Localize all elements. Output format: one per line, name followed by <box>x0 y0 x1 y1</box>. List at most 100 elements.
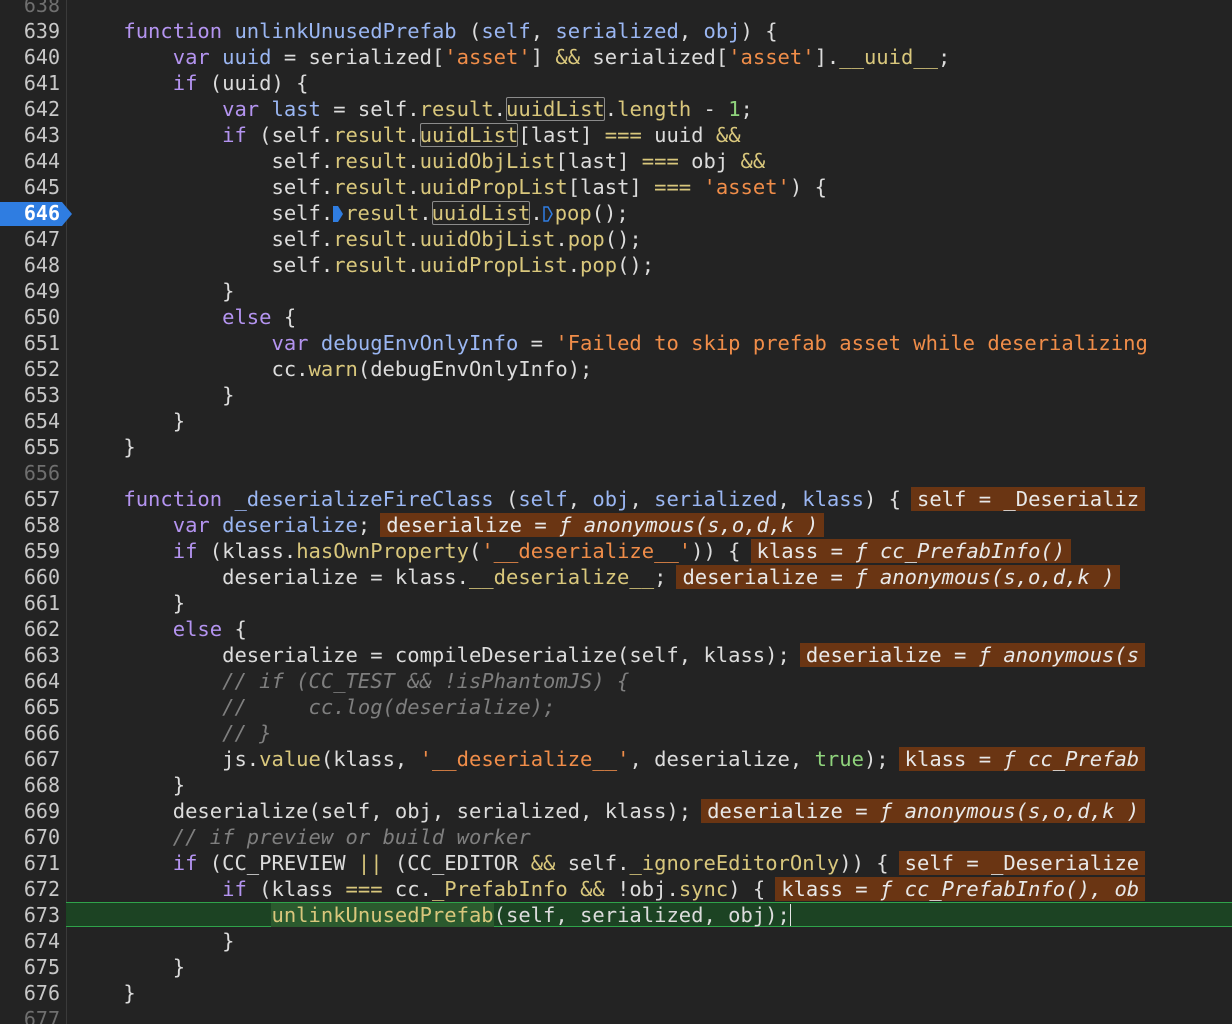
code-line[interactable]: 654 } <box>0 408 1232 434</box>
code-line[interactable]: 661 } <box>0 590 1232 616</box>
code-line[interactable]: 642 var last = self.result.uuidList.leng… <box>0 96 1232 122</box>
line-number[interactable]: 659 <box>0 538 60 564</box>
line-number[interactable]: 646 <box>0 200 60 226</box>
code-line[interactable]: 649 } <box>0 278 1232 304</box>
code-line[interactable]: 675 } <box>0 954 1232 980</box>
line-number[interactable]: 643 <box>0 122 60 148</box>
line-number[interactable]: 656 <box>0 460 60 486</box>
code-line[interactable]: 659 if (klass.hasOwnProperty('__deserial… <box>0 538 1232 564</box>
step-into-marker-icon[interactable] <box>542 202 553 222</box>
inline-variable-value[interactable]: deserialize = ƒ anonymous(s,o,d,k ) <box>380 513 825 537</box>
line-number[interactable]: 645 <box>0 174 60 200</box>
line-number[interactable]: 672 <box>0 876 60 902</box>
line-number[interactable]: 648 <box>0 252 60 278</box>
line-number[interactable]: 664 <box>0 668 60 694</box>
line-number[interactable]: 652 <box>0 356 60 382</box>
code-editor[interactable]: 638 639 function unlinkUnusedPrefab (self… <box>0 0 1232 1024</box>
inline-variable-value[interactable]: self = _Deserializ <box>910 487 1146 511</box>
inline-variable-value[interactable]: deserialize = ƒ anonymous(s,o,d,k ) <box>676 565 1121 589</box>
code-line[interactable]: 640 var uuid = serialized['asset'] && se… <box>0 44 1232 70</box>
line-number[interactable]: 669 <box>0 798 60 824</box>
line-number[interactable]: 654 <box>0 408 60 434</box>
code-line[interactable]: 644 self.result.uuidObjList[last] === ob… <box>0 148 1232 174</box>
code-line[interactable]: 666 // } <box>0 720 1232 746</box>
code-token: var <box>222 97 272 121</box>
code-line[interactable]: 662 else { <box>0 616 1232 642</box>
line-number[interactable]: 662 <box>0 616 60 642</box>
step-into-marker-icon[interactable] <box>333 202 344 222</box>
line-number[interactable]: 677 <box>0 1006 60 1024</box>
code-line[interactable]: 674 } <box>0 928 1232 954</box>
line-number[interactable]: 665 <box>0 694 60 720</box>
code-line[interactable]: 638 <box>0 0 1232 18</box>
code-line[interactable]: 647 self.result.uuidObjList.pop(); <box>0 226 1232 252</box>
line-number[interactable]: 653 <box>0 382 60 408</box>
line-number[interactable]: 663 <box>0 642 60 668</box>
code-token: && <box>715 123 741 147</box>
line-number[interactable]: 676 <box>0 980 60 1006</box>
code-line[interactable]: 673 unlinkUnusedPrefab(self, serialized,… <box>0 902 1232 928</box>
code-line[interactable]: 641 if (uuid) { <box>0 70 1232 96</box>
code-line[interactable]: 668 } <box>0 772 1232 798</box>
line-number[interactable]: 670 <box>0 824 60 850</box>
line-number[interactable]: 638 <box>0 0 60 18</box>
code-line[interactable]: 667 js.value(klass, '__deserialize__', d… <box>0 746 1232 772</box>
code-line[interactable]: 646 self. result.uuidList. pop(); <box>0 200 1232 226</box>
code-token: 'asset' <box>728 45 815 69</box>
line-number[interactable]: 649 <box>0 278 60 304</box>
line-number[interactable]: 658 <box>0 512 60 538</box>
line-number[interactable]: 650 <box>0 304 60 330</box>
code-line[interactable]: 648 self.result.uuidPropList.pop(); <box>0 252 1232 278</box>
inline-variable-value[interactable]: klass = ƒ cc_PrefabInfo(), ob <box>775 877 1146 901</box>
code-line[interactable]: 664 // if (CC_TEST && !isPhantomJS) { <box>0 668 1232 694</box>
code-line[interactable]: 677 <box>0 1006 1232 1024</box>
code-token: if <box>172 71 198 95</box>
inline-variable-value[interactable]: klass = ƒ cc_Prefab <box>898 747 1146 771</box>
code-line[interactable]: 672 if (klass === cc._PrefabInfo && !obj… <box>0 876 1232 902</box>
code-line[interactable]: 650 else { <box>0 304 1232 330</box>
line-number[interactable]: 640 <box>0 44 60 70</box>
line-number[interactable]: 642 <box>0 96 60 122</box>
code-token: !obj. <box>604 877 679 901</box>
code-line[interactable]: 657 function _deserializeFireClass (self… <box>0 486 1232 512</box>
code-line[interactable]: 655 } <box>0 434 1232 460</box>
code-line[interactable]: 653 } <box>0 382 1232 408</box>
code-line[interactable]: 651 var debugEnvOnlyInfo = 'Failed to sk… <box>0 330 1232 356</box>
code-line[interactable]: 676 } <box>0 980 1232 1006</box>
code-line[interactable]: 671 if (CC_PREVIEW || (CC_EDITOR && self… <box>0 850 1232 876</box>
line-number[interactable]: 674 <box>0 928 60 954</box>
line-number[interactable]: 651 <box>0 330 60 356</box>
code-line[interactable]: 669 deserialize(self, obj, serialized, k… <box>0 798 1232 824</box>
line-number[interactable]: 647 <box>0 226 60 252</box>
code-text: } <box>74 980 135 1006</box>
code-line[interactable]: 658 var deserialize; deserialize = ƒ anon… <box>0 512 1232 538</box>
code-line[interactable]: 656 <box>0 460 1232 486</box>
line-number[interactable]: 671 <box>0 850 60 876</box>
code-line[interactable]: 660 deserialize = klass.__deserialize__;… <box>0 564 1232 590</box>
inline-variable-value[interactable]: deserialize = ƒ anonymous(s,o,d,k ) <box>701 799 1146 823</box>
line-number[interactable]: 668 <box>0 772 60 798</box>
line-number[interactable]: 657 <box>0 486 60 512</box>
code-line[interactable]: 645 self.result.uuidPropList[last] === '… <box>0 174 1232 200</box>
code-line[interactable]: 663 deserialize = compileDeserialize(sel… <box>0 642 1232 668</box>
code-line[interactable]: 639 function unlinkUnusedPrefab (self, s… <box>0 18 1232 44</box>
line-number[interactable]: 639 <box>0 18 60 44</box>
inline-variable-value[interactable]: klass = ƒ cc_PrefabInfo() <box>750 539 1072 563</box>
line-number[interactable]: 655 <box>0 434 60 460</box>
code-line[interactable]: 643 if (self.result.uuidList[last] === u… <box>0 122 1232 148</box>
line-number[interactable]: 667 <box>0 746 60 772</box>
code-line[interactable]: 665 // cc.log(deserialize); <box>0 694 1232 720</box>
line-number[interactable]: 641 <box>0 70 60 96</box>
inline-variable-value[interactable]: deserialize = ƒ anonymous(s <box>799 643 1146 667</box>
line-number[interactable]: 666 <box>0 720 60 746</box>
inline-variable-value[interactable]: self = _Deserialize <box>898 851 1146 875</box>
code-line[interactable]: 670 // if preview or build worker <box>0 824 1232 850</box>
line-number[interactable]: 675 <box>0 954 60 980</box>
code-line[interactable]: 652 cc.warn(debugEnvOnlyInfo); <box>0 356 1232 382</box>
line-number[interactable]: 660 <box>0 564 60 590</box>
line-number[interactable]: 673 <box>0 902 60 928</box>
line-number[interactable]: 644 <box>0 148 60 174</box>
code-token: [last] <box>555 149 642 173</box>
line-number[interactable]: 661 <box>0 590 60 616</box>
